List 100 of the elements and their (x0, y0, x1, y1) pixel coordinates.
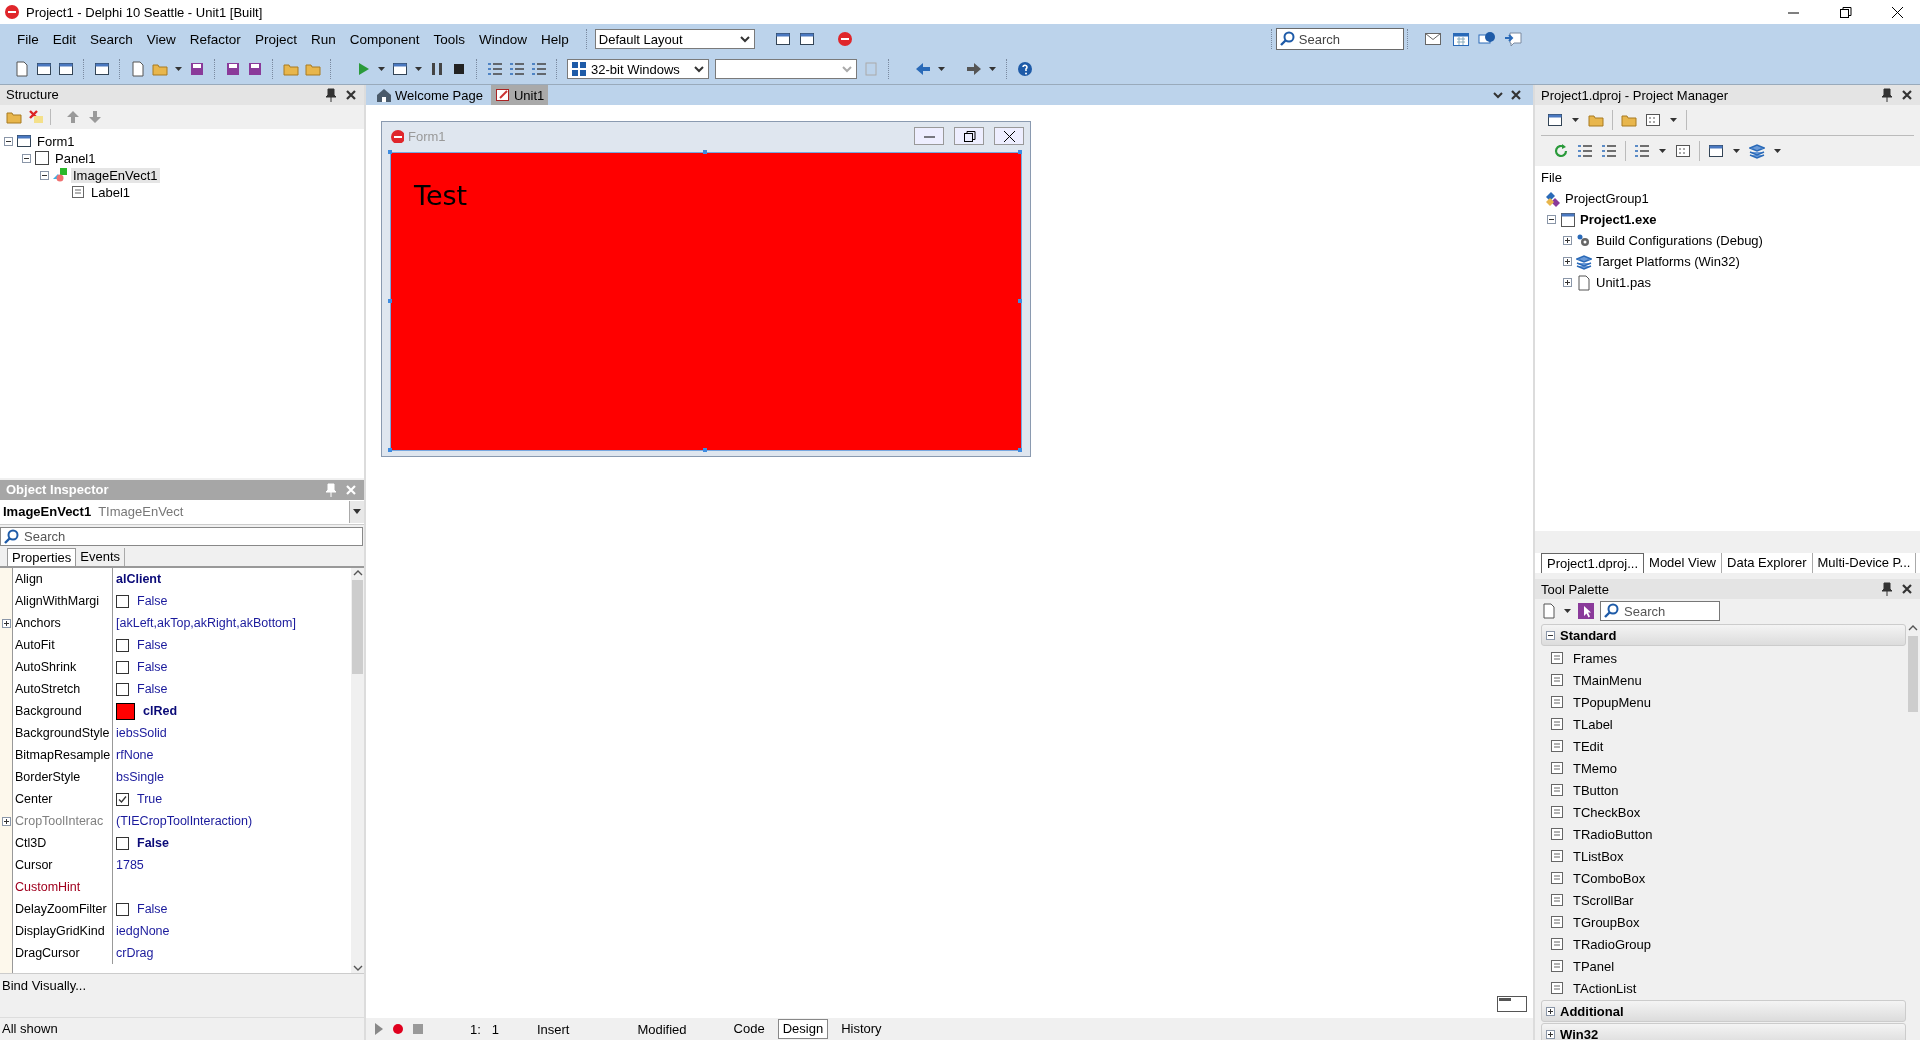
palette-item[interactable]: TLabel (1573, 716, 1613, 732)
device-dropdown[interactable] (715, 59, 857, 79)
list-icon[interactable] (531, 61, 547, 77)
palette-item[interactable]: TRadioGroup (1573, 936, 1652, 952)
selection-handle[interactable] (388, 299, 392, 303)
palette-item[interactable]: TRadioButton (1573, 826, 1653, 842)
menu-item[interactable]: Edit (45, 29, 84, 49)
tab[interactable]: Data Explorer (1722, 553, 1813, 573)
tree-item[interactable]: Project1.exe (1580, 212, 1657, 227)
checkbox[interactable] (116, 902, 129, 916)
collapse-icon[interactable] (40, 170, 49, 180)
checkbox[interactable] (116, 836, 129, 850)
pin-icon[interactable] (1880, 582, 1894, 596)
maximize-icon[interactable] (962, 129, 976, 143)
scrollbar-thumb[interactable] (352, 580, 363, 675)
restore-icon[interactable] (1837, 4, 1853, 20)
delete-icon[interactable] (28, 108, 44, 125)
tree-item[interactable]: Build Configurations (Debug) (1596, 233, 1763, 248)
checkbox[interactable] (116, 638, 129, 652)
layout-icon[interactable] (1497, 996, 1527, 1012)
expand-icon[interactable] (1563, 236, 1572, 245)
search-input[interactable]: Search (22, 528, 362, 545)
exit-icon[interactable] (1503, 30, 1522, 48)
forward-arrow-icon[interactable] (966, 61, 982, 77)
window-icon[interactable] (392, 61, 408, 77)
collapse-all-icon[interactable] (1601, 143, 1617, 159)
link[interactable]: Bind Visually... (2, 978, 87, 994)
palette-item[interactable]: TActionList (1573, 980, 1637, 996)
category-header[interactable]: Additional (1541, 1000, 1906, 1022)
list-icon[interactable] (487, 61, 503, 77)
save-icon[interactable] (189, 61, 205, 77)
layout-dropdown[interactable]: Default Layout (594, 29, 755, 49)
app-icon[interactable] (836, 31, 853, 47)
new-file-icon[interactable] (14, 61, 30, 77)
close-icon[interactable] (1900, 582, 1914, 596)
checkbox[interactable] (116, 594, 129, 608)
selection-handle[interactable] (388, 150, 392, 154)
collapse-icon[interactable] (22, 153, 31, 163)
window-check-icon[interactable] (1708, 143, 1724, 159)
mail-icon[interactable] (1423, 30, 1442, 48)
tab[interactable]: Project1.dproj... (1541, 553, 1645, 573)
tree-item[interactable]: ProjectGroup1 (1565, 191, 1649, 206)
stop-icon[interactable] (451, 61, 467, 77)
close-icon[interactable] (1889, 4, 1905, 20)
palette-item[interactable]: TPopupMenu (1573, 694, 1652, 710)
pin-icon[interactable] (1880, 88, 1894, 102)
expand-icon[interactable] (1563, 278, 1572, 287)
pause-icon[interactable] (429, 61, 445, 77)
form-label[interactable]: Test (414, 180, 468, 211)
close-icon[interactable] (1002, 129, 1016, 143)
close-icon[interactable] (1509, 88, 1523, 102)
close-icon[interactable] (1900, 88, 1914, 102)
new-file-icon[interactable] (130, 61, 146, 77)
pointer-icon[interactable] (1578, 603, 1594, 619)
window-icon[interactable] (94, 61, 110, 77)
back-arrow-icon[interactable] (915, 61, 931, 77)
menu-item[interactable]: Window (472, 29, 534, 49)
play-icon[interactable] (372, 1021, 384, 1037)
expand-icon[interactable] (1546, 1029, 1555, 1039)
palette-item[interactable]: TGroupBox (1573, 914, 1640, 930)
menu-item[interactable]: Run (303, 29, 343, 49)
menu-item[interactable]: File (10, 29, 46, 49)
selection-handle[interactable] (1018, 448, 1022, 452)
build-icon[interactable] (1675, 143, 1691, 159)
component-icon[interactable] (1541, 603, 1557, 619)
list-icon[interactable] (509, 61, 525, 77)
window-icon[interactable] (36, 61, 52, 77)
search-input[interactable]: Search (1296, 30, 1401, 48)
calendar-icon[interactable] (1451, 30, 1470, 48)
folder-icon[interactable] (1621, 112, 1637, 128)
window-icon[interactable] (774, 31, 791, 47)
tree-item[interactable]: Form1 (35, 133, 77, 149)
search-field[interactable]: Search (0, 526, 363, 547)
view-tab[interactable]: Design (777, 1019, 829, 1039)
palette-item[interactable]: TComboBox (1573, 870, 1646, 886)
window-icon[interactable] (798, 31, 815, 47)
window-icon[interactable] (58, 61, 74, 77)
tree-item[interactable]: Label1 (89, 184, 133, 200)
view-tab[interactable]: History (836, 1019, 887, 1039)
save-icon[interactable] (225, 61, 241, 77)
save-icon[interactable] (247, 61, 263, 77)
tab[interactable]: Events (76, 548, 125, 567)
palette-item[interactable]: TButton (1573, 782, 1619, 798)
menu-item[interactable]: Help (534, 29, 576, 49)
menu-item[interactable]: Component (342, 29, 427, 49)
collapse-icon[interactable] (1546, 630, 1555, 640)
palette-item[interactable]: Frames (1573, 650, 1618, 666)
collapse-icon[interactable] (4, 136, 13, 146)
editor-tab[interactable]: Unit1 (490, 85, 549, 105)
search-field[interactable]: Search (1275, 28, 1404, 50)
search-input[interactable]: Search (1622, 602, 1716, 620)
scrollbar-thumb[interactable] (1908, 636, 1918, 712)
platform-dropdown[interactable]: 32-bit Windows (567, 59, 709, 79)
component-dropdown[interactable]: ImageEnVect1 TImageEnVect (0, 499, 364, 525)
grid-icon[interactable] (1645, 112, 1661, 128)
menu-item[interactable]: Tools (426, 29, 472, 49)
numbered-list-icon[interactable] (1634, 143, 1650, 159)
menu-item[interactable]: Project (247, 29, 304, 49)
category-header[interactable]: Standard (1541, 624, 1906, 646)
tab[interactable]: Properties (7, 548, 77, 567)
